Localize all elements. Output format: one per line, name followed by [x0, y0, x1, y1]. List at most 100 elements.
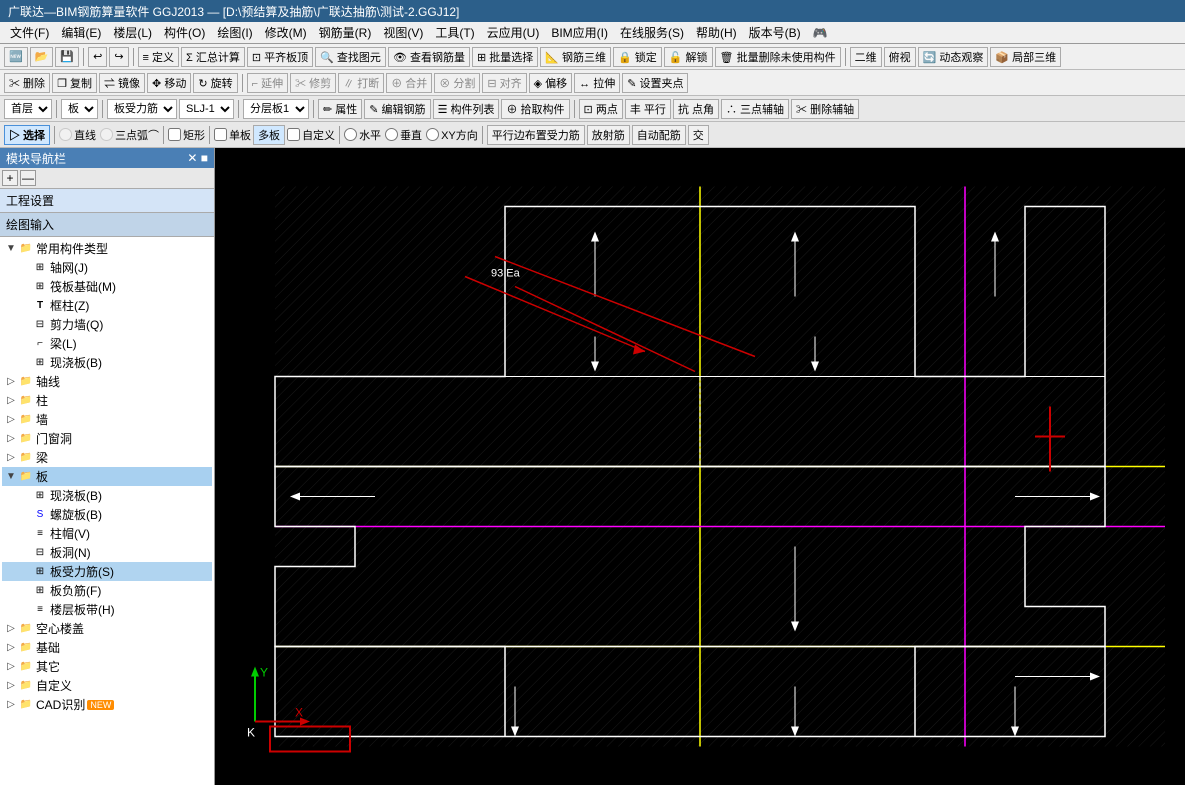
- tree-item-neg-rebar[interactable]: ⊞ 板负筋(F): [2, 581, 212, 600]
- radio-horiz[interactable]: [344, 128, 357, 141]
- menu-edit[interactable]: 编辑(E): [55, 22, 107, 43]
- menu-component[interactable]: 构件(O): [158, 22, 211, 43]
- btn-unlock[interactable]: 🔓 解锁: [664, 47, 713, 67]
- sidebar-section-project[interactable]: 工程设置: [0, 189, 214, 213]
- select-subtype[interactable]: SLJ-1: [179, 99, 234, 119]
- btn-set-grip[interactable]: ✎ 设置夹点: [622, 73, 688, 93]
- btn-delete-axis[interactable]: ✂ 删除辅轴: [791, 99, 859, 119]
- menu-draw[interactable]: 绘图(I): [211, 22, 258, 43]
- tree-item-cad[interactable]: ▷ 📁 CAD识别 NEW: [2, 695, 212, 714]
- btn-edit-rebar[interactable]: ✎ 编辑钢筋: [364, 99, 430, 119]
- radio-vert[interactable]: [385, 128, 398, 141]
- checkbox-rect[interactable]: [168, 128, 181, 141]
- menu-floor[interactable]: 楼层(L): [107, 22, 158, 43]
- tree-item-door-window[interactable]: ▷ 📁 门窗洞: [2, 429, 212, 448]
- btn-delete[interactable]: ✂ 删除: [4, 73, 50, 93]
- btn-2d[interactable]: 二维: [850, 47, 882, 67]
- btn-undo[interactable]: ↩: [88, 47, 107, 67]
- radio-xy[interactable]: [426, 128, 439, 141]
- btn-cross-rebar[interactable]: 交: [688, 125, 709, 145]
- btn-dynamic-view[interactable]: 🔄 动态观察: [918, 47, 989, 67]
- tree-item-raft-foundation[interactable]: ⊞ 筏板基础(M): [2, 277, 212, 296]
- tree-item-hollow-floor[interactable]: ▷ 📁 空心楼盖: [2, 619, 212, 638]
- btn-calc-summary[interactable]: Σ 汇总计算: [181, 47, 245, 67]
- btn-offset[interactable]: ◈ 偏移: [529, 73, 573, 93]
- radio-arc[interactable]: [100, 128, 113, 141]
- tree-item-common-types[interactable]: ▼ 📁 常用构件类型: [2, 239, 212, 258]
- btn-batch-delete[interactable]: 🗑 批量删除未使用构件: [715, 47, 841, 67]
- cb-custom[interactable]: [287, 128, 300, 141]
- sidebar-add-btn[interactable]: +: [2, 170, 18, 186]
- btn-top-view[interactable]: 俯视: [884, 47, 916, 67]
- btn-find[interactable]: 🔍 查找图元: [315, 47, 386, 67]
- btn-view-rebar[interactable]: 👁 查看钢筋量: [388, 47, 470, 67]
- btn-local-3d[interactable]: 📦 局部三维: [990, 47, 1061, 67]
- btn-stretch[interactable]: ↔ 拉伸: [574, 73, 620, 93]
- cb-single[interactable]: [214, 128, 227, 141]
- btn-batch-select[interactable]: ⊞ 批量选择: [472, 47, 538, 67]
- menu-icon[interactable]: 🎮: [807, 24, 834, 42]
- tree-item-axis-network[interactable]: ⊞ 轴网(J): [2, 258, 212, 277]
- btn-split[interactable]: ⊗ 分割: [434, 73, 480, 93]
- btn-rebar-3d[interactable]: 📐 钢筋三维: [540, 47, 611, 67]
- btn-mirror[interactable]: ⇌ 镜像: [99, 73, 145, 93]
- tree-item-shear-wall[interactable]: ⊟ 剪力墙(Q): [2, 315, 212, 334]
- btn-break[interactable]: ∥ 打断: [338, 73, 384, 93]
- btn-extend[interactable]: ⌐ 延伸: [247, 73, 288, 93]
- menu-online[interactable]: 在线服务(S): [614, 22, 690, 43]
- btn-define[interactable]: ≡ 定义: [138, 47, 179, 67]
- radio-xy-label[interactable]: XY方向: [426, 127, 478, 143]
- tree-item-axis-line[interactable]: ▷ 📁 轴线: [2, 372, 212, 391]
- sidebar-close[interactable]: ✕ ■: [187, 151, 208, 165]
- menu-bim[interactable]: BIM应用(I): [545, 22, 614, 43]
- btn-redo[interactable]: ↪: [109, 47, 128, 67]
- tree-item-other[interactable]: ▷ 📁 其它: [2, 657, 212, 676]
- tree-item-slab[interactable]: ▼ 📁 板: [2, 467, 212, 486]
- menu-help[interactable]: 帮助(H): [690, 22, 743, 43]
- menu-modify[interactable]: 修改(M): [259, 22, 313, 43]
- tree-item-spiral-slab[interactable]: S 螺旋板(B): [2, 505, 212, 524]
- btn-save[interactable]: 💾: [55, 47, 79, 67]
- select-type[interactable]: 板: [61, 99, 98, 119]
- radio-arc-label[interactable]: 三点弧⌒: [100, 127, 159, 143]
- menu-cloud[interactable]: 云应用(U): [481, 22, 546, 43]
- radio-vert-label[interactable]: 垂直: [385, 127, 422, 143]
- btn-three-point-axis[interactable]: ∴ 三点辅轴: [721, 99, 789, 119]
- btn-two-point[interactable]: ⊡ 两点: [579, 99, 623, 119]
- btn-merge[interactable]: ⊕ 合并: [386, 73, 432, 93]
- btn-parallel-rebar[interactable]: 平行边布置受力筋: [487, 125, 585, 145]
- canvas-area[interactable]: Y X K 93 Ea: [215, 148, 1185, 785]
- radio-line-label[interactable]: 直线: [59, 127, 96, 143]
- tree-item-slab-hole[interactable]: ⊟ 板洞(N): [2, 543, 212, 562]
- sidebar-remove-btn[interactable]: —: [20, 170, 36, 186]
- btn-component-list[interactable]: ☰ 构件列表: [433, 99, 500, 119]
- btn-point-angle[interactable]: 抗 点角: [673, 99, 719, 119]
- tree-item-floor-strip[interactable]: ≡ 楼层板带(H): [2, 600, 212, 619]
- btn-select[interactable]: ▷ 选择: [4, 125, 50, 145]
- btn-open[interactable]: 📂: [30, 47, 54, 67]
- btn-multi-board[interactable]: 多板: [253, 125, 285, 145]
- radio-line[interactable]: [59, 128, 72, 141]
- sidebar-section-drawing[interactable]: 绘图输入: [0, 213, 214, 237]
- menu-tools[interactable]: 工具(T): [429, 22, 480, 43]
- btn-auto-rebar[interactable]: 自动配筋: [632, 125, 686, 145]
- menu-file[interactable]: 文件(F): [4, 22, 55, 43]
- btn-lock[interactable]: 🔒 锁定: [613, 47, 662, 67]
- tree-item-custom[interactable]: ▷ 📁 自定义: [2, 676, 212, 695]
- radio-horiz-label[interactable]: 水平: [344, 127, 381, 143]
- tree-item-beam-root[interactable]: ▷ 📁 梁: [2, 448, 212, 467]
- btn-parallel[interactable]: 丰 平行: [625, 99, 671, 119]
- btn-new[interactable]: 🆕: [4, 47, 28, 67]
- tree-item-slab-rebar[interactable]: ⊞ 板受力筋(S): [2, 562, 212, 581]
- btn-align[interactable]: ⊟ 对齐: [482, 73, 526, 93]
- tree-item-cast-slab[interactable]: ⊞ 现浇板(B): [2, 353, 212, 372]
- tree-item-frame-column[interactable]: T 框柱(Z): [2, 296, 212, 315]
- btn-move[interactable]: ✥ 移动: [147, 73, 191, 93]
- btn-rotate[interactable]: ↻ 旋转: [193, 73, 237, 93]
- select-layer[interactable]: 分层板1: [243, 99, 309, 119]
- btn-trim[interactable]: ✂ 修剪: [290, 73, 336, 93]
- btn-copy[interactable]: ❐ 复制: [52, 73, 97, 93]
- menu-rebar[interactable]: 钢筋量(R): [313, 22, 378, 43]
- tree-item-column-cap[interactable]: ≡ 柱帽(V): [2, 524, 212, 543]
- menu-version[interactable]: 版本号(B): [743, 22, 807, 43]
